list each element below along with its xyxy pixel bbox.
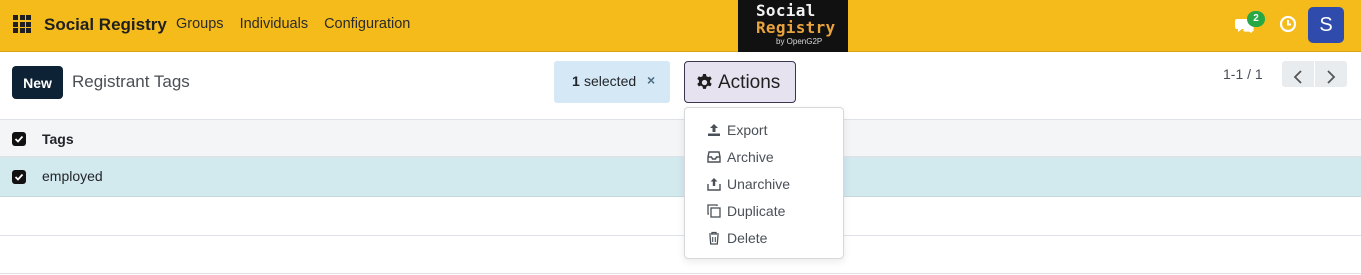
menu-item-duplicate[interactable]: Duplicate	[685, 197, 843, 224]
row-checkbox[interactable]	[12, 170, 26, 184]
menu-item-export[interactable]: Export	[685, 116, 843, 143]
select-all-checkbox[interactable]	[12, 132, 26, 146]
user-avatar[interactable]: S	[1308, 7, 1344, 43]
chat-badge: 2	[1247, 11, 1265, 27]
list-header-row: Tags	[0, 119, 1361, 157]
check-icon	[14, 173, 24, 181]
actions-dropdown-menu: Export Archive Unarchive Duplicate Delet…	[684, 107, 844, 259]
new-button[interactable]: New	[12, 66, 63, 99]
menu-item-groups[interactable]: Groups	[176, 16, 224, 32]
upload-icon	[708, 124, 720, 136]
menu-item-delete[interactable]: Delete	[685, 224, 843, 251]
gear-icon	[697, 73, 712, 89]
copy-icon	[707, 204, 721, 218]
main-menu: Groups Individuals Configuration	[176, 16, 410, 32]
chevron-left-icon	[1293, 69, 1302, 84]
menu-item-individuals[interactable]: Individuals	[240, 16, 309, 32]
actions-label: Actions	[718, 72, 781, 93]
pager-next-button[interactable]	[1315, 61, 1347, 87]
selection-indicator: 1 selected ×	[554, 61, 670, 103]
pager-value[interactable]: 1-1 / 1	[1223, 66, 1263, 82]
selected-label: selected	[584, 73, 637, 89]
table-row[interactable]: employed	[0, 157, 1361, 197]
actions-button[interactable]: Actions	[684, 61, 796, 103]
trash-icon	[709, 231, 719, 245]
selected-count: 1	[572, 73, 580, 89]
check-icon	[14, 135, 24, 143]
social-registry-logo: Social Registry by OpenG2P	[738, 0, 848, 52]
app-brand[interactable]: Social Registry	[44, 15, 167, 35]
column-header-tags[interactable]: Tags	[42, 131, 74, 147]
chevron-right-icon	[1327, 69, 1336, 84]
pager-previous-button[interactable]	[1282, 61, 1314, 87]
empty-row	[0, 197, 1361, 236]
cell-tags[interactable]: employed	[42, 168, 103, 184]
apps-grid-icon[interactable]	[13, 15, 31, 33]
clock-icon[interactable]	[1279, 15, 1297, 33]
empty-row	[0, 236, 1361, 274]
menu-item-unarchive[interactable]: Unarchive	[685, 170, 843, 197]
menu-item-archive[interactable]: Archive	[685, 143, 843, 170]
page-title: Registrant Tags	[72, 72, 190, 91]
menu-item-configuration[interactable]: Configuration	[324, 16, 410, 32]
unarchive-icon	[707, 178, 721, 191]
inbox-icon	[707, 151, 721, 163]
clear-selection-button[interactable]: ×	[647, 72, 655, 88]
top-navbar: Social Registry Groups Individuals Confi…	[0, 0, 1361, 52]
